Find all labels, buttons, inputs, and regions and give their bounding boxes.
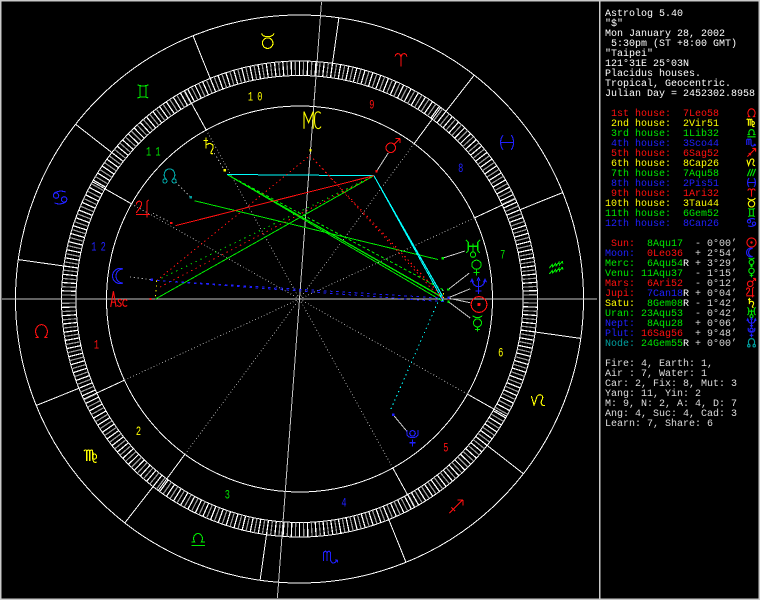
svg-text:1: 1 bbox=[146, 146, 151, 160]
svg-text:0: 0 bbox=[257, 90, 262, 104]
svg-text:R: R bbox=[683, 299, 689, 310]
svg-text:3: 3 bbox=[225, 489, 230, 503]
svg-text:R: R bbox=[683, 259, 689, 270]
svg-text:5: 5 bbox=[443, 441, 448, 455]
svg-text:1: 1 bbox=[248, 90, 253, 104]
svg-text:9: 9 bbox=[369, 99, 374, 113]
svg-text:1: 1 bbox=[91, 241, 96, 255]
svg-text:Node:: Node: bbox=[605, 338, 635, 350]
svg-text:+ 0°00’: + 0°00’ bbox=[695, 338, 737, 350]
svg-text:12th house:: 12th house: bbox=[605, 218, 671, 230]
svg-text:4: 4 bbox=[341, 497, 346, 511]
svg-text:2: 2 bbox=[136, 425, 141, 439]
svg-text:7: 7 bbox=[500, 249, 505, 263]
svg-text:1: 1 bbox=[94, 338, 99, 352]
svg-text:1: 1 bbox=[155, 146, 160, 160]
svg-text:6: 6 bbox=[498, 347, 503, 361]
svg-text:2: 2 bbox=[101, 241, 106, 255]
svg-text:8Can26: 8Can26 bbox=[683, 219, 719, 230]
svg-text:8: 8 bbox=[458, 162, 463, 176]
svg-text:Julian Day = 2452302.8958: Julian Day = 2452302.8958 bbox=[605, 88, 755, 100]
svg-text:24Gem55: 24Gem55 bbox=[641, 339, 683, 350]
svg-text:R: R bbox=[683, 339, 689, 350]
svg-text:Learn: 7, Share: 6: Learn: 7, Share: 6 bbox=[605, 418, 713, 430]
